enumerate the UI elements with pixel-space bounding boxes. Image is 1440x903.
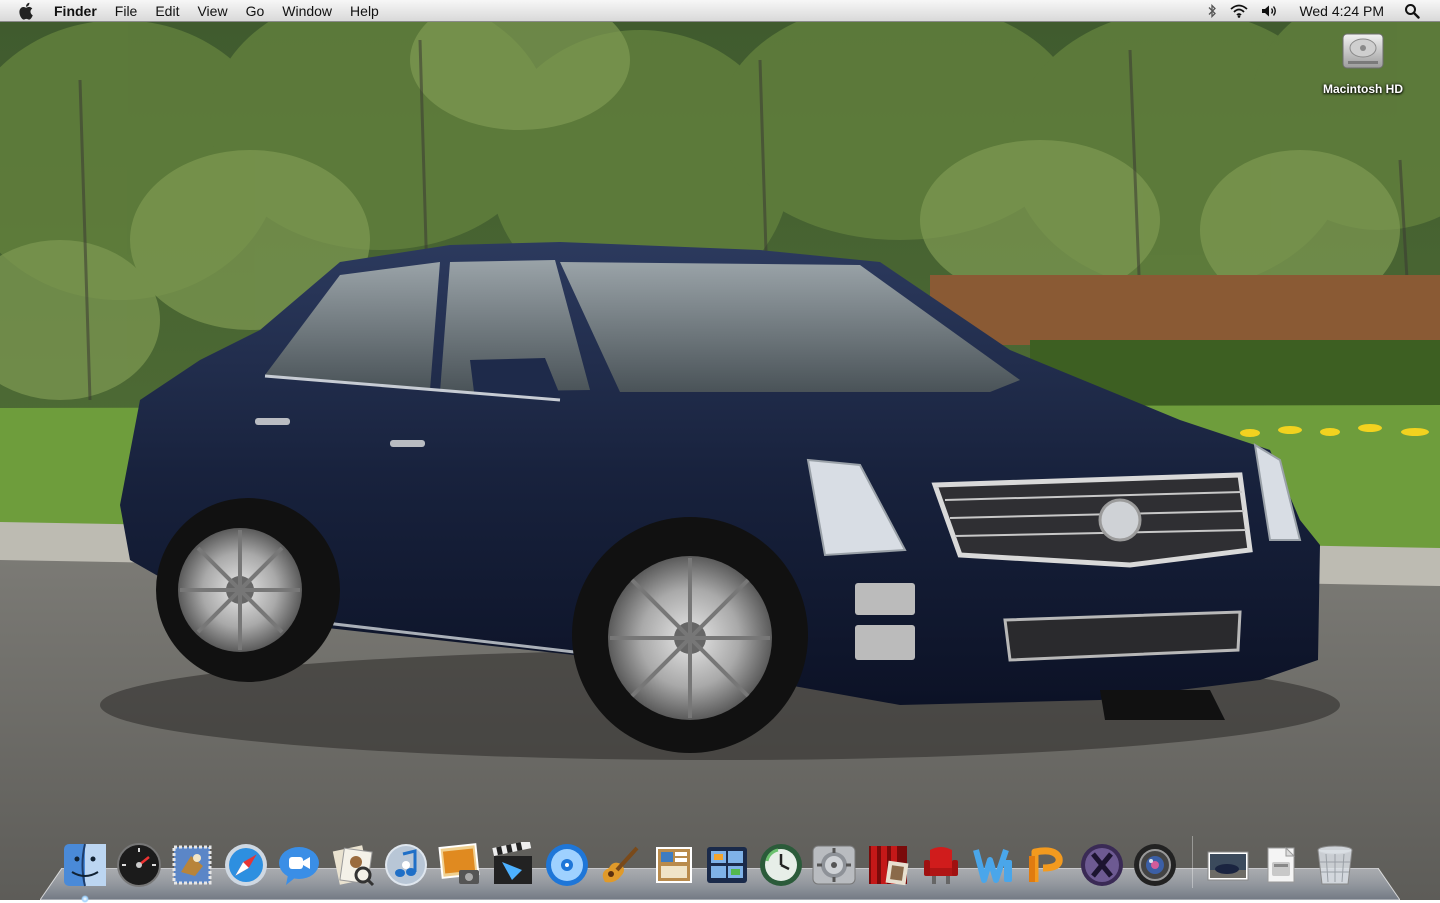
desktop-wallpaper: [0, 0, 1440, 900]
dashboard-icon[interactable]: [116, 842, 162, 888]
menu-view[interactable]: View: [188, 0, 236, 22]
menu-window[interactable]: Window: [273, 0, 341, 22]
menubar-clock[interactable]: Wed 4:24 PM: [1285, 0, 1398, 22]
hard-drive-icon: [1340, 28, 1386, 74]
idvd-icon[interactable]: [544, 842, 590, 888]
trash-icon[interactable]: [1312, 842, 1358, 888]
desktop-icon-label: Macintosh HD: [1322, 82, 1403, 96]
aperture-icon[interactable]: [1132, 842, 1178, 888]
desktop-icon-macintosh-hd[interactable]: Macintosh HD: [1314, 28, 1412, 96]
dock: [62, 832, 1365, 903]
itunes-icon[interactable]: [383, 842, 429, 888]
iweb-icon[interactable]: [651, 842, 697, 888]
ichat-icon[interactable]: [276, 842, 322, 888]
bluetooth-icon[interactable]: [1201, 0, 1223, 22]
safari-icon[interactable]: [223, 842, 269, 888]
dock-separator: [1191, 836, 1193, 888]
running-indicator: [81, 895, 89, 903]
word-icon[interactable]: [972, 842, 1018, 888]
wifi-icon[interactable]: [1223, 0, 1255, 22]
apple-icon[interactable]: [0, 0, 54, 22]
menu-app-finder[interactable]: Finder: [54, 0, 106, 22]
x11-icon[interactable]: [1079, 842, 1125, 888]
wallpaper-stack-icon[interactable]: [1205, 842, 1251, 888]
iphoto-icon[interactable]: [437, 842, 483, 888]
menu-file[interactable]: File: [106, 0, 147, 22]
front-row-icon[interactable]: [865, 842, 911, 888]
menu-edit[interactable]: Edit: [146, 0, 188, 22]
time-machine-icon[interactable]: [758, 842, 804, 888]
front-row-chair-icon[interactable]: [918, 842, 964, 888]
imovie-icon[interactable]: [490, 842, 536, 888]
finder-icon[interactable]: [62, 842, 108, 903]
menu-go[interactable]: Go: [237, 0, 274, 22]
spaces-icon[interactable]: [704, 842, 750, 888]
menu-bar: Finder File Edit View Go Window Help Wed…: [0, 0, 1440, 22]
mail-icon[interactable]: [169, 842, 215, 888]
address-book-icon[interactable]: [330, 842, 376, 888]
documents-stack-icon[interactable]: [1258, 842, 1304, 888]
menu-help[interactable]: Help: [341, 0, 388, 22]
system-preferences-icon[interactable]: [811, 842, 857, 888]
volume-icon[interactable]: [1255, 0, 1285, 22]
garageband-icon[interactable]: [597, 842, 643, 888]
spotlight-search-icon[interactable]: [1398, 0, 1426, 22]
powerpoint-icon[interactable]: [1025, 842, 1071, 888]
